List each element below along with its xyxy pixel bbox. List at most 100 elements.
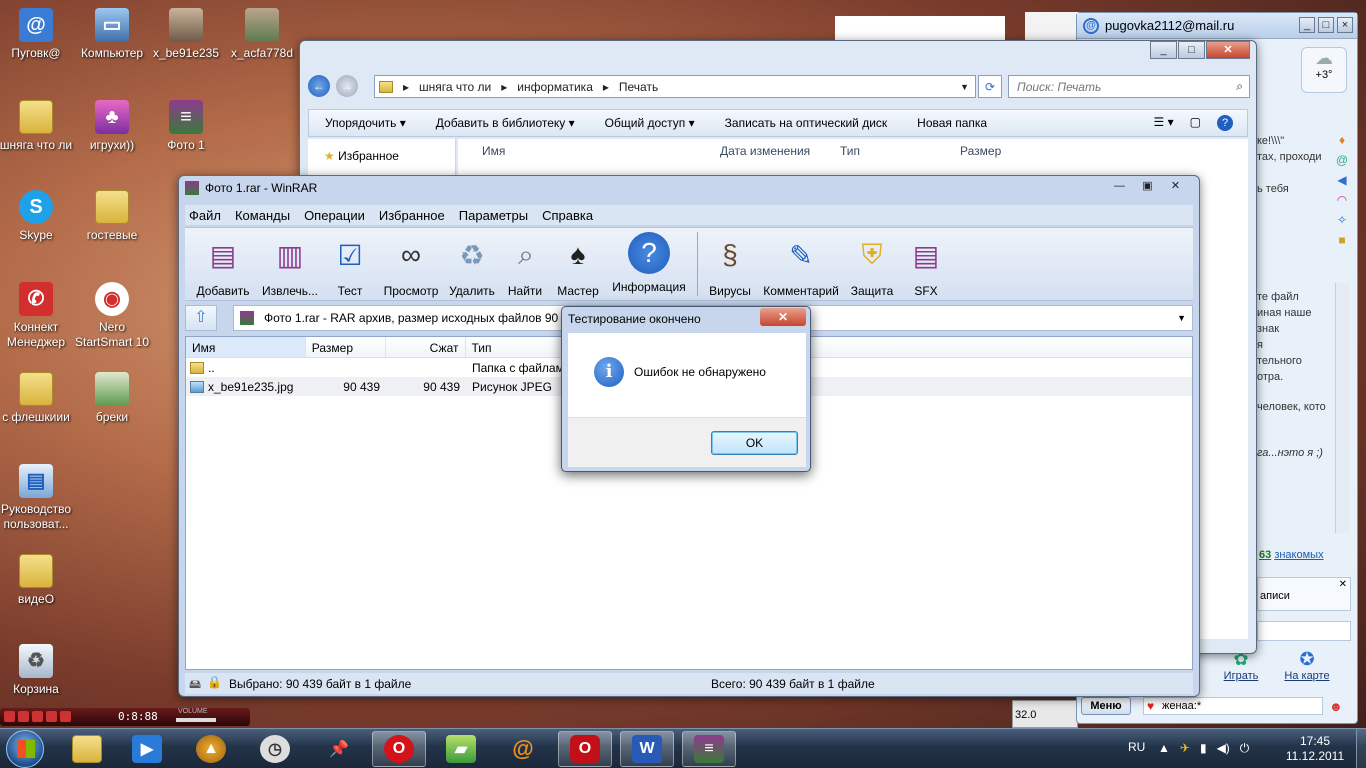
share-button[interactable]: Общий доступ ▾	[605, 116, 695, 130]
address-bar[interactable]: ▸ шняга что ли ▸ информатика ▸ Печать ▼	[374, 75, 976, 98]
add-button[interactable]: ▤ Добавить	[191, 232, 255, 299]
column-size[interactable]: Размер	[960, 144, 1060, 158]
menu-options[interactable]: Параметры	[459, 208, 528, 223]
desktop-icon-nero[interactable]: ◉ Nero StartSmart 10	[72, 282, 152, 350]
taskbar-clock-app[interactable]: ◷	[248, 731, 302, 767]
chevron-down-icon[interactable]: ▼	[1177, 306, 1186, 330]
menu-commands[interactable]: Команды	[235, 208, 290, 223]
desktop-icon-guest[interactable]: гостевые	[72, 190, 152, 243]
desktop-icon-image2[interactable]: x_acfa778d	[222, 8, 302, 61]
desktop-icon-computer[interactable]: ▭ Компьютер	[72, 8, 152, 61]
notes-input[interactable]	[1257, 621, 1351, 641]
taskbar-opera-2[interactable]: O	[558, 731, 612, 767]
ok-button[interactable]: OK	[711, 431, 798, 455]
maximize-button[interactable]: □	[1178, 41, 1205, 59]
burn-button[interactable]: Записать на оптический диск	[725, 116, 888, 130]
desktop-icon-recycle-bin[interactable]: ♻ Корзина	[0, 644, 76, 697]
comment-button[interactable]: ✎ Комментарий	[761, 232, 841, 299]
power-icon[interactable]: ⏻	[1240, 741, 1250, 756]
column-name[interactable]: Имя	[458, 144, 720, 158]
folder-icon[interactable]: ■	[1338, 233, 1345, 247]
close-button[interactable]: ✕	[760, 308, 806, 326]
column-name[interactable]: Имя	[186, 337, 306, 357]
menu-file[interactable]: Файл	[189, 208, 221, 223]
menu-button[interactable]: Меню	[1081, 697, 1131, 715]
battery-icon[interactable]: ▮	[1200, 741, 1207, 756]
nav-favorites[interactable]: ★ Избранное	[308, 139, 455, 163]
rainbow-icon[interactable]: ◠	[1337, 193, 1347, 207]
mail-icon[interactable]: @	[1336, 153, 1348, 167]
desktop-icon-foto1[interactable]: ≡ Фото 1	[146, 100, 226, 153]
add-to-library-button[interactable]: Добавить в библиотеку ▾	[436, 116, 575, 130]
maximize-button[interactable]: ▣	[1134, 178, 1161, 196]
sfx-button[interactable]: ▤ SFX	[901, 232, 951, 299]
play-icon[interactable]	[18, 711, 29, 722]
close-button[interactable]: ×	[1337, 17, 1353, 33]
network-icon[interactable]: ✈	[1180, 741, 1190, 756]
desktop-icon-skype[interactable]: S Skype	[0, 190, 76, 243]
find-button[interactable]: ⌕ Найти	[503, 232, 547, 299]
delete-button[interactable]: ♻ Удалить	[447, 232, 497, 299]
organize-button[interactable]: Упорядочить ▾	[325, 116, 406, 130]
pause-icon[interactable]	[32, 711, 43, 722]
menu-favorites[interactable]: Избранное	[379, 208, 445, 223]
taskbar-mail-agent[interactable]: @	[496, 731, 550, 767]
thumbs-icon[interactable]: ♦	[1339, 133, 1345, 147]
virus-scan-button[interactable]: § Вирусы	[705, 232, 755, 298]
desktop-icon-pugovka[interactable]: @ Пуговк@	[0, 8, 76, 61]
menu-help[interactable]: Справка	[542, 208, 593, 223]
show-desktop-button[interactable]	[1356, 729, 1366, 768]
view-options-icon[interactable]: ☰ ▾	[1154, 115, 1174, 131]
speaker-icon[interactable]: ◀	[1337, 173, 1346, 187]
map-button[interactable]: ✪ На карте	[1277, 649, 1337, 682]
desktop-icon-games[interactable]: ♣ игрухи))	[72, 100, 152, 153]
close-icon[interactable]: ✕	[1339, 579, 1347, 590]
desktop-icon-connect-manager[interactable]: ✆ Коннект Менеджер	[0, 282, 76, 350]
view-button[interactable]: ∞ Просмотр	[379, 232, 443, 298]
language-indicator[interactable]: RU	[1128, 740, 1145, 754]
desktop-icon-video[interactable]: видеО	[0, 554, 76, 607]
weather-widget[interactable]: ☁ +3°	[1301, 47, 1347, 93]
back-button[interactable]: ←	[308, 75, 330, 97]
column-type[interactable]: Тип	[840, 144, 960, 158]
breadcrumb-item[interactable]: информатика	[517, 80, 593, 94]
search-input[interactable]: Поиск: Печать ⌕	[1008, 75, 1250, 98]
status-field[interactable]: ♥ женаа:*	[1143, 697, 1323, 715]
desktop-icon-flash-folder[interactable]: с флешкиии	[0, 372, 76, 425]
breadcrumb-item[interactable]: Печать	[619, 80, 658, 94]
taskbar-media-player[interactable]: ▶	[120, 731, 174, 767]
chevron-down-icon[interactable]: ▼	[960, 82, 969, 92]
taskbar-winrar[interactable]: ≡	[682, 731, 736, 767]
clock[interactable]: 17:45 11.12.2011	[1280, 734, 1350, 764]
volume-icon[interactable]: ◀)	[1217, 741, 1230, 756]
refresh-button[interactable]: ⟳	[978, 75, 1002, 98]
desktop-icon-breki[interactable]: бреки	[72, 372, 152, 425]
puzzle-icon[interactable]: ✧	[1337, 213, 1347, 227]
forward-button[interactable]: →	[336, 75, 358, 97]
minimize-button[interactable]: _	[1299, 17, 1315, 33]
wizard-button[interactable]: ♠ Мастер	[553, 232, 603, 298]
column-size[interactable]: Размер	[306, 337, 386, 357]
minimize-button[interactable]: _	[1150, 41, 1177, 59]
desktop-icon-image1[interactable]: x_be91e235	[146, 8, 226, 61]
desktop-icon-folder-shnyaga[interactable]: шняга что ли	[0, 100, 76, 153]
stop-icon[interactable]	[46, 711, 57, 722]
prev-icon[interactable]	[4, 711, 15, 722]
taskbar-opera[interactable]: O	[372, 731, 426, 767]
next-icon[interactable]	[60, 711, 71, 722]
info-button[interactable]: ? Информация	[609, 232, 689, 294]
new-folder-button[interactable]: Новая папка	[917, 116, 987, 130]
preview-pane-icon[interactable]: ▢	[1190, 115, 1201, 131]
feed-scrollbar[interactable]	[1335, 283, 1349, 533]
taskbar-notes[interactable]: ▰	[434, 731, 488, 767]
desktop-icon-manual[interactable]: ▤ Руководство пользоват...	[0, 464, 76, 532]
start-button[interactable]	[6, 730, 44, 768]
test-button[interactable]: ☑ Тест	[327, 232, 373, 299]
taskbar-pin-app[interactable]: 📌	[312, 731, 366, 767]
taskbar-explorer[interactable]	[60, 731, 114, 767]
close-button[interactable]: ✕	[1162, 178, 1189, 196]
breadcrumb-item[interactable]: шняга что ли	[419, 80, 491, 94]
acquaintances-link[interactable]: 63 знакомых	[1259, 549, 1349, 569]
extract-button[interactable]: ▥ Извлечь...	[257, 232, 323, 299]
maximize-button[interactable]: □	[1318, 17, 1334, 33]
